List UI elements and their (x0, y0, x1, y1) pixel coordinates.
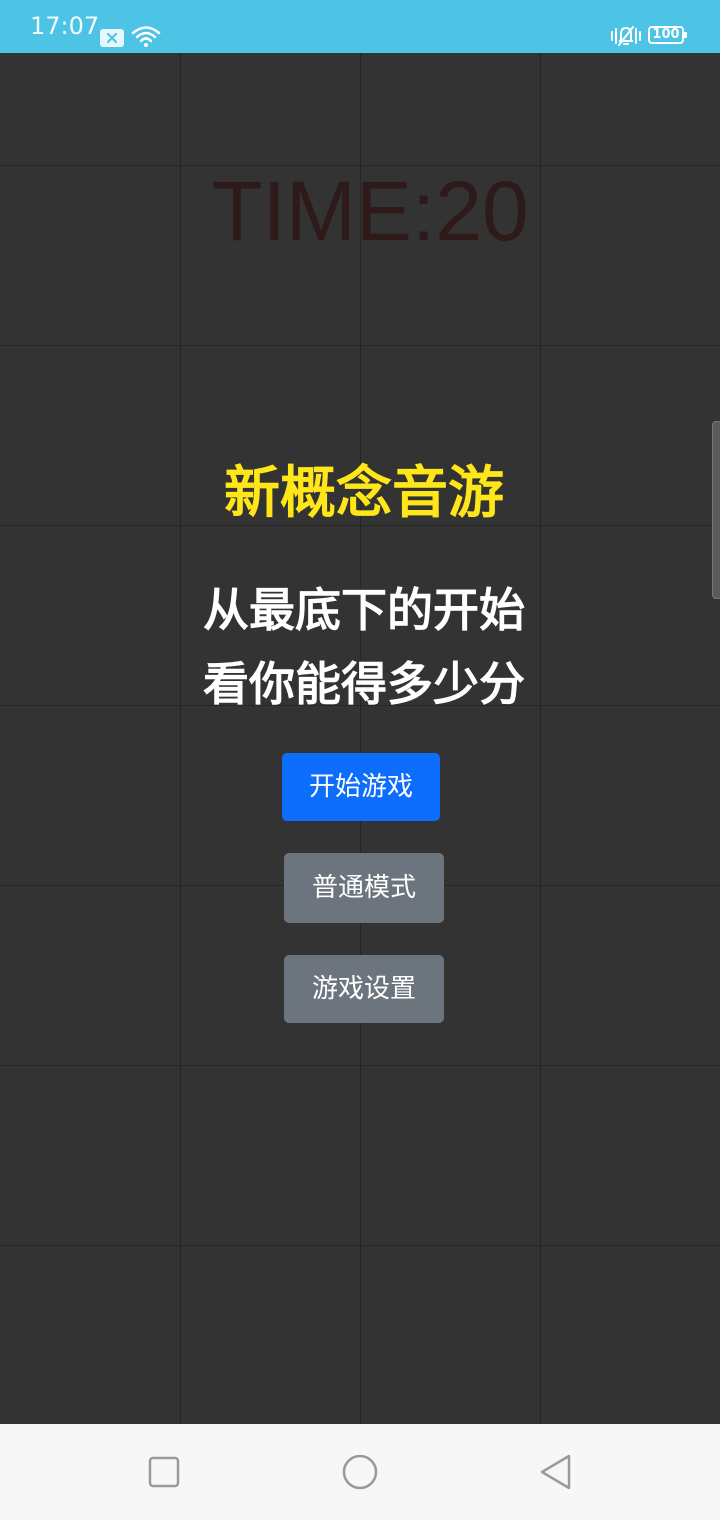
game-title: 新概念音游 (224, 461, 504, 526)
wifi-icon (131, 26, 161, 47)
back-icon[interactable] (536, 1452, 576, 1492)
message-icon (100, 29, 124, 47)
grid-line (0, 345, 720, 346)
navigation-bar (0, 1424, 720, 1520)
timer-display: TIME:20 (211, 164, 529, 258)
vibrate-icon (611, 26, 641, 46)
mode-button[interactable]: 普通模式 (284, 853, 444, 923)
app-screen: 17:07 100 TIME:20 新概念音游 从最底下的开始 看你能得多少分 … (0, 0, 720, 1520)
start-game-button[interactable]: 开始游戏 (282, 753, 440, 821)
battery-icon: 100 (648, 26, 687, 44)
home-icon[interactable] (340, 1452, 380, 1492)
subtitle-line-1: 从最底下的开始 (203, 583, 525, 637)
status-bar: 17:07 100 (0, 0, 720, 53)
grid-line (0, 1065, 720, 1066)
grid-line (0, 1245, 720, 1246)
game-settings-button[interactable]: 游戏设置 (284, 955, 444, 1023)
status-time: 17:07 (30, 12, 100, 40)
recent-apps-icon[interactable] (144, 1452, 184, 1492)
subtitle-line-2: 看你能得多少分 (203, 657, 525, 711)
game-board[interactable]: TIME:20 (0, 53, 720, 1424)
